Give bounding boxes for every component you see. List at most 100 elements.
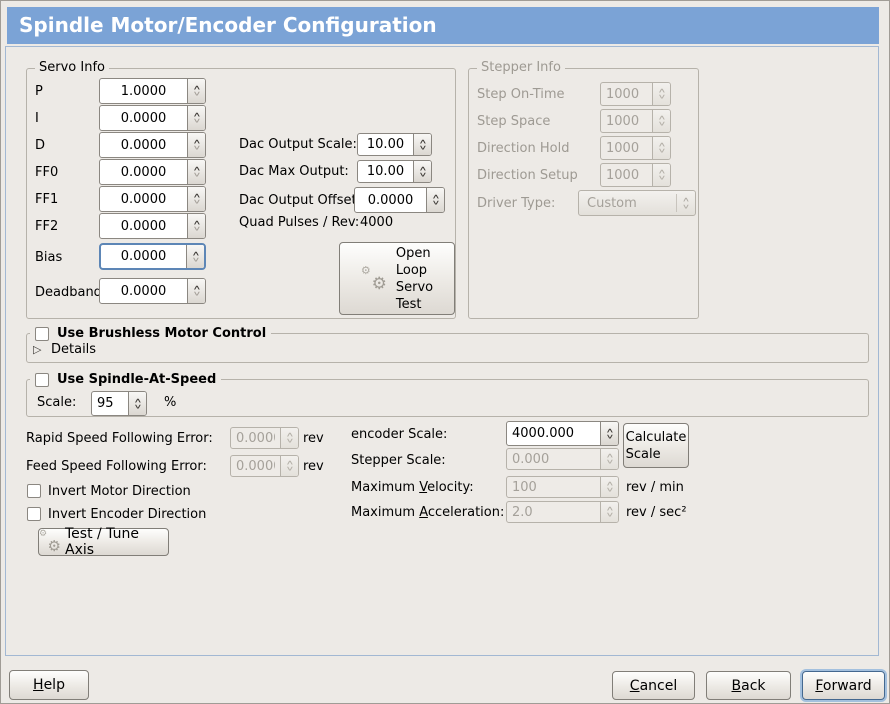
step-space-spinner: ∧∨ <box>652 110 670 132</box>
bias-spinbox[interactable]: ∧∨ <box>99 243 206 270</box>
spin-down-icon[interactable]: ∨ <box>192 200 201 205</box>
dac-output-offset-spinner[interactable]: ∧∨ <box>426 188 444 212</box>
spin-down-icon[interactable]: ∨ <box>605 434 614 439</box>
spin-down-icon[interactable]: ∨ <box>418 172 427 177</box>
d-spinbox[interactable]: ∧∨ <box>99 132 206 158</box>
help-button[interactable]: Help <box>9 670 89 700</box>
cancel-button[interactable]: Cancel <box>612 671 695 700</box>
scale-spinner[interactable]: ∧∨ <box>128 392 146 415</box>
dac-output-scale-input[interactable] <box>358 134 413 155</box>
ff2-input[interactable] <box>100 214 187 238</box>
dac-max-output-input[interactable] <box>358 161 413 182</box>
ff2-spinbox[interactable]: ∧∨ <box>99 213 206 239</box>
spin-down-icon[interactable]: ∨ <box>191 257 200 262</box>
scale-input[interactable] <box>92 392 128 415</box>
stepper-info-frame: Stepper Info Step On-Time ∧∨ Step Space … <box>468 68 699 319</box>
deadband-spinner[interactable]: ∧∨ <box>187 279 205 303</box>
dac-max-output-spinbox[interactable]: ∧∨ <box>357 160 432 183</box>
spin-down-icon[interactable]: ∨ <box>133 404 142 409</box>
max-accel-spinner: ∧∨ <box>600 502 618 522</box>
p-spinbox[interactable]: ∧∨ <box>99 78 206 104</box>
ff0-label: FF0 <box>35 165 58 180</box>
spin-down-icon[interactable]: ∨ <box>418 145 427 150</box>
back-button[interactable]: Back <box>706 671 791 700</box>
at-speed-checkbox[interactable] <box>35 373 49 387</box>
d-label: D <box>35 138 45 153</box>
p-input[interactable] <box>100 79 187 103</box>
open-loop-servo-test-button[interactable]: ⚙⚙ Open Loop Servo Test <box>339 242 455 315</box>
dac-output-offset-input[interactable] <box>355 188 426 212</box>
step-space-spinbox: ∧∨ <box>600 109 671 133</box>
scale-spinbox[interactable]: ∧∨ <box>91 391 147 416</box>
encoder-scale-input[interactable] <box>507 422 600 445</box>
deadband-input[interactable] <box>100 279 187 303</box>
driver-type-label: Driver Type: <box>477 196 555 211</box>
spin-down-icon[interactable]: ∨ <box>431 201 440 206</box>
calculate-scale-button[interactable]: Calculate Scale <box>623 423 689 468</box>
invert-encoder-checkbox[interactable] <box>27 507 41 521</box>
d-input[interactable] <box>100 133 187 157</box>
ff0-spinbox[interactable]: ∧∨ <box>99 159 206 185</box>
bias-spinner[interactable]: ∧∨ <box>186 245 204 268</box>
spin-down-icon[interactable]: ∨ <box>192 227 201 232</box>
spin-down-icon[interactable]: ∨ <box>192 292 201 297</box>
open-loop-line: Test <box>396 296 422 313</box>
spin-down-icon[interactable]: ∨ <box>192 146 201 151</box>
invert-encoder-label[interactable]: Invert Encoder Direction <box>48 507 206 522</box>
encoder-scale-spinner[interactable]: ∧∨ <box>600 422 618 445</box>
i-spinbox[interactable]: ∧∨ <box>99 105 206 131</box>
step-space-label: Step Space <box>477 114 550 129</box>
calculate-scale-line: Calculate <box>626 429 687 446</box>
ff1-spinner[interactable]: ∧∨ <box>187 187 205 211</box>
invert-motor-checkbox[interactable] <box>27 484 41 498</box>
at-speed-title[interactable]: Use Spindle-At-Speed <box>30 370 221 389</box>
p-spinner[interactable]: ∧∨ <box>187 79 205 103</box>
brushless-title[interactable]: Use Brushless Motor Control <box>30 324 271 343</box>
feed-ferror-spinbox: ∧∨ <box>230 455 299 477</box>
i-spinner[interactable]: ∧∨ <box>187 106 205 130</box>
test-tune-axis-button[interactable]: ⚙⚙ Test / Tune Axis <box>38 528 169 556</box>
max-accel-input <box>507 502 600 522</box>
spin-down-icon[interactable]: ∨ <box>192 173 201 178</box>
max-accel-unit: rev / sec² <box>626 505 687 520</box>
bias-input[interactable] <box>101 245 186 268</box>
rapid-ferror-label: Rapid Speed Following Error: <box>26 431 213 446</box>
page-title: Spindle Motor/Encoder Configuration <box>7 7 879 44</box>
direction-hold-input <box>601 137 652 159</box>
i-input[interactable] <box>100 106 187 130</box>
dac-output-scale-spinbox[interactable]: ∧∨ <box>357 133 432 156</box>
test-tune-axis-label: Test / Tune Axis <box>65 526 168 558</box>
max-velocity-input <box>507 477 600 497</box>
ff0-input[interactable] <box>100 160 187 184</box>
cancel-button-label: Cancel <box>630 678 677 694</box>
ff2-spinner[interactable]: ∧∨ <box>187 214 205 238</box>
rapid-ferror-spinner: ∧∨ <box>280 428 298 448</box>
dac-max-output-spinner[interactable]: ∧∨ <box>413 161 431 182</box>
deadband-spinbox[interactable]: ∧∨ <box>99 278 206 304</box>
d-spinner[interactable]: ∧∨ <box>187 133 205 157</box>
ff1-input[interactable] <box>100 187 187 211</box>
dac-output-scale-spinner[interactable]: ∧∨ <box>413 134 431 155</box>
ff1-spinbox[interactable]: ∧∨ <box>99 186 206 212</box>
max-accel-label: Maximum Acceleration: <box>351 505 504 520</box>
dac-output-offset-spinbox[interactable]: ∧∨ <box>354 187 445 213</box>
direction-hold-spinbox: ∧∨ <box>600 136 671 160</box>
spin-down-icon[interactable]: ∨ <box>192 92 201 97</box>
details-expander[interactable]: ▷ <box>33 342 41 357</box>
direction-setup-spinner: ∧∨ <box>652 164 670 186</box>
spin-down-icon[interactable]: ∨ <box>192 119 201 124</box>
ff0-spinner[interactable]: ∧∨ <box>187 160 205 184</box>
bias-label: Bias <box>35 250 62 265</box>
details-label[interactable]: Details <box>51 342 96 357</box>
brushless-checkbox[interactable] <box>35 327 49 341</box>
expander-arrow-icon[interactable]: ▷ <box>33 343 41 356</box>
encoder-scale-spinbox[interactable]: ∧∨ <box>506 421 619 446</box>
invert-motor-label[interactable]: Invert Motor Direction <box>48 484 191 499</box>
gear-icon: ⚙⚙ <box>361 265 387 293</box>
max-velocity-unit: rev / min <box>626 480 684 495</box>
step-on-time-spinner: ∧∨ <box>652 83 670 105</box>
rapid-ferror-unit: rev <box>303 431 324 446</box>
feed-ferror-unit: rev <box>303 459 324 474</box>
forward-button[interactable]: Forward <box>802 671 885 700</box>
scale-unit: % <box>164 395 176 410</box>
